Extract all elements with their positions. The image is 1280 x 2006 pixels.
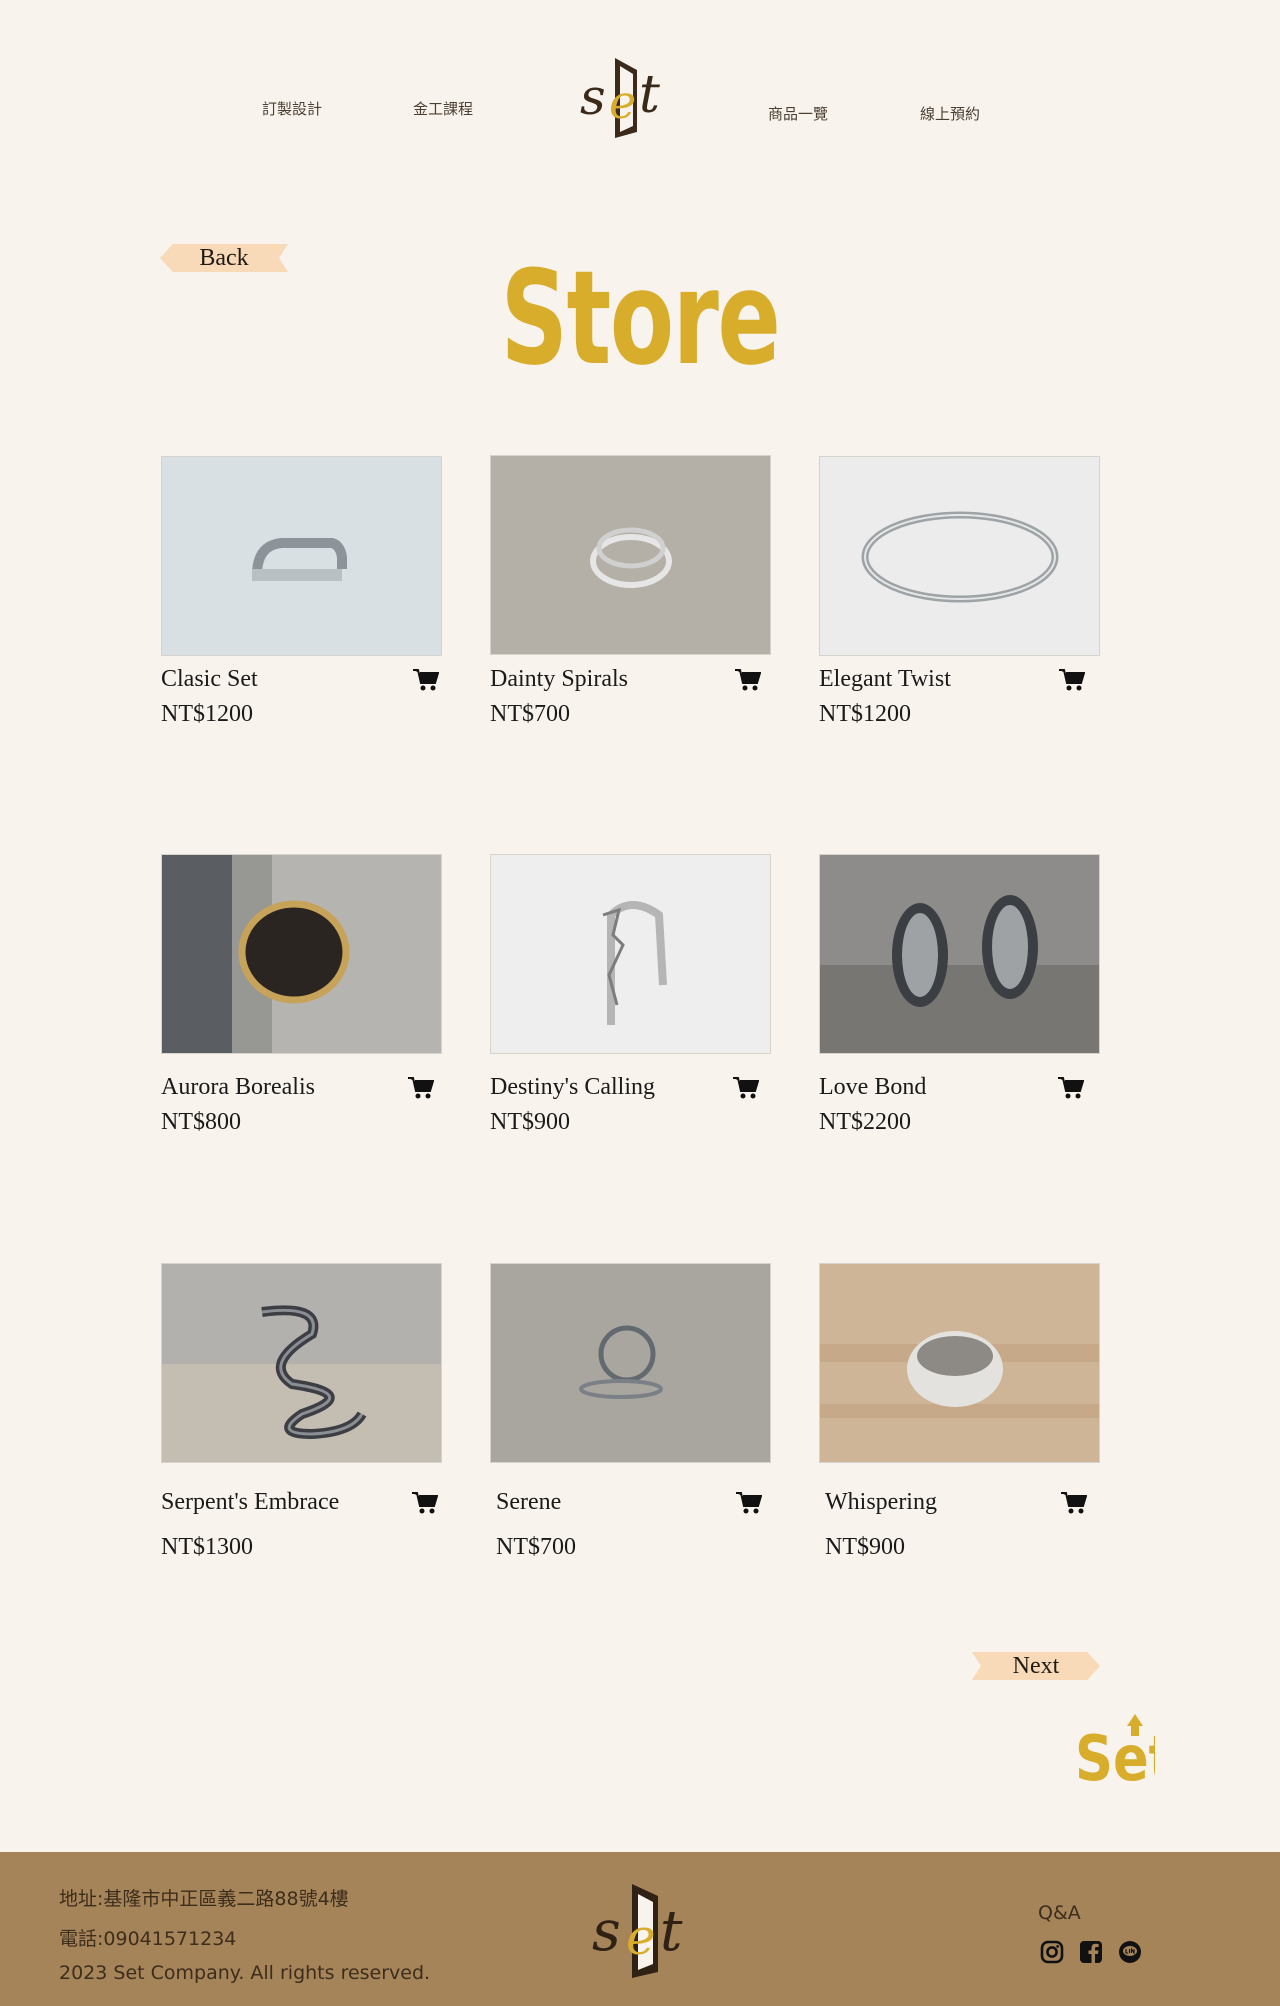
product-price: NT$900 <box>490 1109 570 1135</box>
product-image[interactable] <box>490 854 771 1054</box>
footer-copyright: 2023 Set Company. All rights reserved. <box>59 1962 431 1984</box>
svg-text:e: e <box>609 75 636 129</box>
product-name[interactable]: Love Bond <box>819 1074 926 1101</box>
product-name[interactable]: Serpent's Embrace <box>161 1489 339 1516</box>
page-title: Store <box>500 242 781 394</box>
line-icon[interactable] <box>1117 1939 1143 1965</box>
back-button[interactable]: Back <box>160 244 288 272</box>
product-card: Serene NT$700 <box>490 1263 771 1560</box>
product-card: Serpent's Embrace NT$1300 <box>161 1263 442 1560</box>
svg-text:s: s <box>592 1899 621 1964</box>
product-price: NT$700 <box>496 1534 576 1560</box>
product-price: NT$1200 <box>161 701 253 727</box>
product-image[interactable] <box>490 455 771 655</box>
product-price: NT$900 <box>825 1534 905 1560</box>
product-image[interactable] <box>161 1263 442 1463</box>
product-name[interactable]: Elegant Twist <box>819 666 951 693</box>
svg-text:e: e <box>626 1908 656 1966</box>
product-image[interactable] <box>161 854 442 1054</box>
facebook-icon[interactable] <box>1078 1939 1104 1965</box>
product-name[interactable]: Clasic Set <box>161 666 258 693</box>
product-card: Destiny's Calling NT$900 <box>490 854 771 1135</box>
next-button[interactable]: Next <box>972 1652 1100 1680</box>
nav-link-online-booking[interactable]: 線上預約 <box>920 103 980 124</box>
top-navigation: 訂製設計 金工課程 s e t 商品一覽 線上預約 <box>0 0 1280 160</box>
cart-icon[interactable] <box>733 1076 759 1100</box>
product-price: NT$1300 <box>161 1534 253 1560</box>
product-price: NT$700 <box>490 701 570 727</box>
product-price: NT$800 <box>161 1109 241 1135</box>
nav-link-custom-design[interactable]: 訂製設計 <box>262 98 322 119</box>
product-name[interactable]: Destiny's Calling <box>490 1074 655 1101</box>
product-card: Dainty Spirals NT$700 <box>490 455 771 727</box>
product-image[interactable] <box>819 1263 1100 1463</box>
product-image[interactable] <box>819 854 1100 1054</box>
cart-icon[interactable] <box>735 668 761 692</box>
set-door-logo-icon[interactable]: s e t <box>575 52 675 142</box>
cart-icon[interactable] <box>1059 668 1085 692</box>
cart-icon[interactable] <box>1058 1076 1084 1100</box>
cart-icon[interactable] <box>408 1076 434 1100</box>
svg-text:s: s <box>580 68 606 126</box>
cart-icon[interactable] <box>1061 1491 1087 1515</box>
product-name[interactable]: Aurora Borealis <box>161 1074 315 1101</box>
footer-phone: 電話:09041571234 <box>59 1928 237 1950</box>
set-wordmark-logo-icon[interactable]: Set <box>1075 1712 1155 1784</box>
set-door-logo-icon[interactable]: s e t <box>590 1880 700 1980</box>
product-card: Clasic Set NT$1200 <box>161 456 442 727</box>
nav-link-metalwork-course[interactable]: 金工課程 <box>413 98 473 119</box>
product-card: Elegant Twist NT$1200 <box>819 456 1100 727</box>
instagram-icon[interactable] <box>1039 1939 1065 1965</box>
product-image[interactable] <box>819 456 1100 656</box>
svg-text:Set: Set <box>1075 1723 1155 1784</box>
product-card: Love Bond NT$2200 <box>819 854 1100 1135</box>
product-card: Aurora Borealis NT$800 <box>161 854 442 1135</box>
cart-icon[interactable] <box>412 1491 438 1515</box>
product-price: NT$1200 <box>819 701 911 727</box>
cart-icon[interactable] <box>736 1491 762 1515</box>
svg-text:t: t <box>660 1899 683 1964</box>
product-name[interactable]: Dainty Spirals <box>490 666 628 693</box>
qa-link[interactable]: Q&A <box>1038 1902 1081 1924</box>
nav-link-product-list[interactable]: 商品一覽 <box>768 103 828 124</box>
product-price: NT$2200 <box>819 1109 911 1135</box>
product-card: Whispering NT$900 <box>819 1263 1100 1560</box>
product-image[interactable] <box>490 1263 771 1463</box>
footer-address: 地址:基隆市中正區義二路88號4樓 <box>59 1888 349 1910</box>
product-name[interactable]: Whispering <box>825 1489 937 1516</box>
product-image[interactable] <box>161 456 442 656</box>
cart-icon[interactable] <box>413 668 439 692</box>
svg-text:t: t <box>639 65 660 125</box>
product-name[interactable]: Serene <box>496 1489 561 1516</box>
